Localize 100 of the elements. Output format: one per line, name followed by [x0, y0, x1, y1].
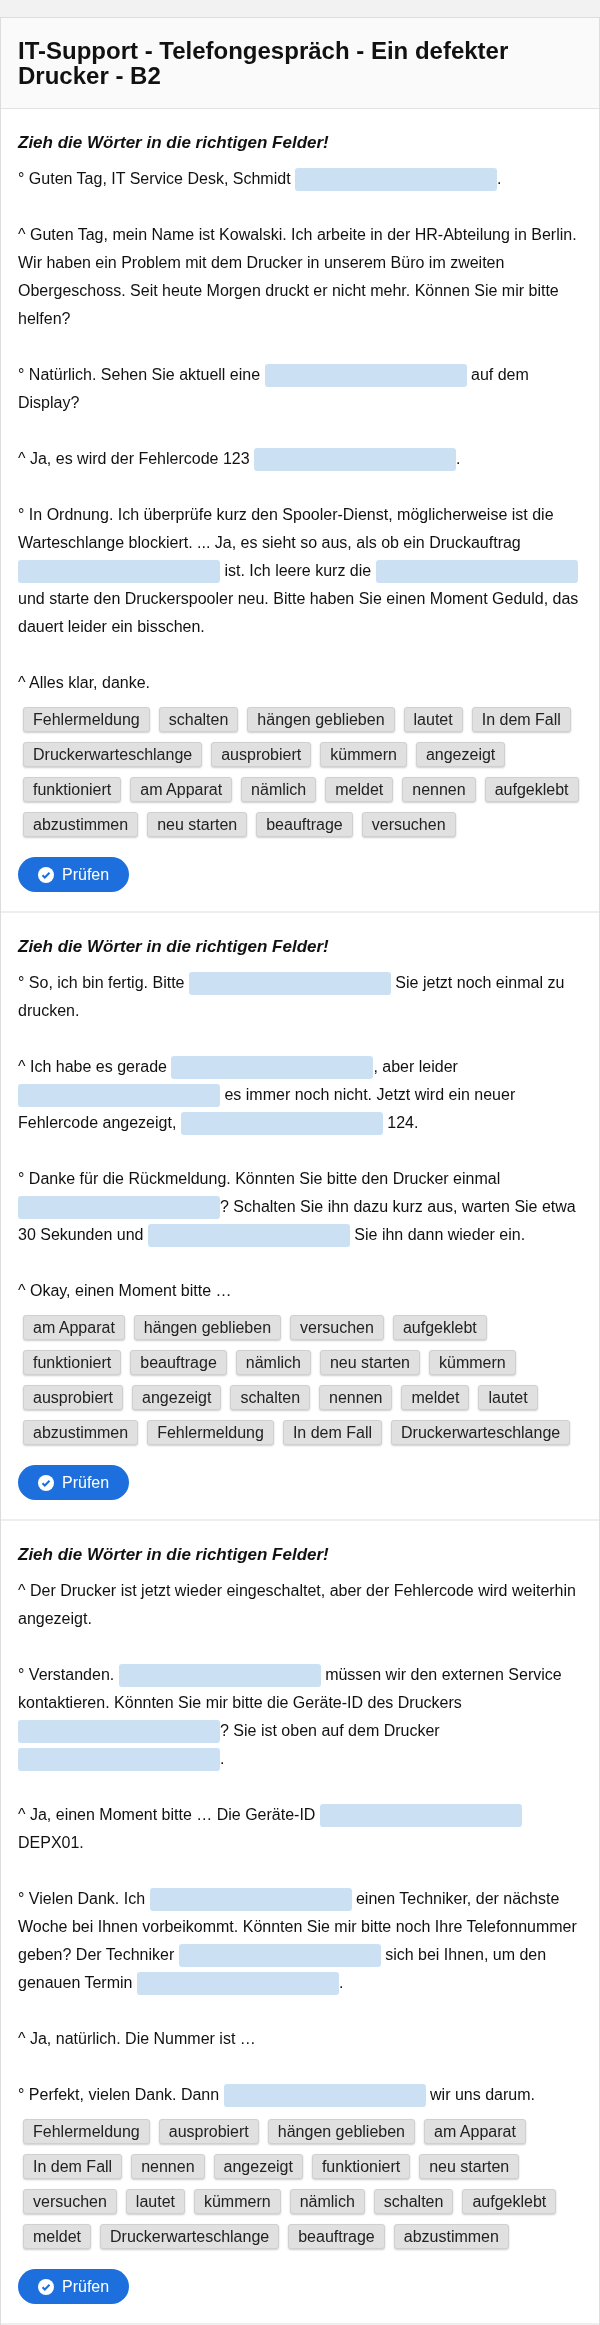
- word-chip[interactable]: kümmern: [320, 742, 407, 767]
- drop-field[interactable]: [178, 1944, 381, 1968]
- word-chip[interactable]: lautet: [125, 2189, 185, 2214]
- word-chip[interactable]: kümmern: [429, 1350, 516, 1375]
- drop-field[interactable]: [223, 2084, 426, 2108]
- check-circle-icon: [38, 1474, 54, 1491]
- word-chip[interactable]: versuchen: [23, 2189, 117, 2214]
- word-chip[interactable]: schalten: [373, 2189, 454, 2214]
- word-chip[interactable]: aufgeklebt: [484, 777, 579, 802]
- word-chip[interactable]: angezeigt: [415, 742, 506, 767]
- dialogue-text: angezeigt.: [18, 1610, 92, 1627]
- word-chip[interactable]: Fehlermeldung: [23, 707, 150, 732]
- dialogue-text: Display?: [18, 394, 80, 411]
- word-chip[interactable]: ausprobiert: [211, 742, 312, 767]
- word-chip[interactable]: angezeigt: [132, 1385, 222, 1410]
- word-chip[interactable]: nennen: [131, 2154, 205, 2179]
- word-chip[interactable]: funktioniert: [311, 2154, 411, 2179]
- word-chip[interactable]: kümmern: [193, 2189, 281, 2214]
- drop-field[interactable]: [254, 448, 457, 472]
- word-chip[interactable]: nennen: [402, 777, 476, 802]
- word-chip[interactable]: nennen: [319, 1385, 393, 1410]
- drop-field[interactable]: [18, 1720, 220, 1744]
- dialogue-text: ° Guten Tag, IT Service Desk, Schmidt: [18, 170, 292, 187]
- dialogue-text: .: [338, 1974, 344, 1991]
- word-chip[interactable]: In dem Fall: [23, 2154, 123, 2179]
- word-chip[interactable]: lautet: [403, 707, 463, 732]
- word-chip[interactable]: ausprobiert: [23, 1385, 124, 1410]
- word-chip[interactable]: nämlich: [235, 1350, 311, 1375]
- drop-field[interactable]: [136, 1972, 339, 1996]
- dialogue-text: sich bei Ihnen, um den: [384, 1946, 547, 1963]
- drop-field[interactable]: [375, 560, 578, 584]
- word-chip[interactable]: beauftrage: [256, 812, 353, 837]
- drop-field[interactable]: [149, 1888, 352, 1912]
- word-chip[interactable]: am Apparat: [23, 1315, 125, 1340]
- dialogue-text: Sie ihn dann wieder ein.: [353, 1226, 526, 1243]
- dialogue-text: ° Vielen Dank. Ich: [18, 1890, 147, 1907]
- drop-field[interactable]: [171, 1056, 374, 1080]
- word-chip[interactable]: nämlich: [289, 2189, 365, 2214]
- word-chip[interactable]: meldet: [401, 1385, 470, 1410]
- drop-field[interactable]: [18, 560, 220, 584]
- check-button[interactable]: Prüfen: [18, 1465, 130, 1500]
- word-chip[interactable]: abzustimmen: [23, 1420, 139, 1445]
- word-chip[interactable]: beauftrage: [288, 2224, 385, 2249]
- word-chip[interactable]: meldet: [325, 777, 394, 802]
- dialogue-text: und starte den Druckerspooler neu. Bitte haben Sie einen Moment Geduld, das: [18, 590, 579, 607]
- dialogue-text: ? Schalten Sie ihn dazu kurz aus, warten Sie etwa: [220, 1198, 576, 1215]
- word-chip[interactable]: schalten: [158, 707, 239, 732]
- dialogue-text: 30 Sekunden und: [18, 1226, 145, 1243]
- word-chip[interactable]: aufgeklebt: [392, 1315, 487, 1340]
- word-chip[interactable]: aufgeklebt: [462, 2189, 557, 2214]
- word-chip[interactable]: Druckerwarteschlange: [23, 742, 203, 767]
- dialogue-text: ° Natürlich. Sehen Sie aktuell eine: [18, 366, 262, 383]
- drop-field[interactable]: [18, 1084, 220, 1108]
- word-chip[interactable]: meldet: [23, 2224, 92, 2249]
- word-chip[interactable]: abzustimmen: [393, 2224, 509, 2249]
- drop-field[interactable]: [319, 1804, 522, 1828]
- word-chip[interactable]: nämlich: [241, 777, 317, 802]
- word-chip[interactable]: abzustimmen: [23, 812, 139, 837]
- word-chip[interactable]: In dem Fall: [282, 1420, 383, 1445]
- dialogue-text: DEPX01.: [18, 1834, 84, 1851]
- dialogue-text: .: [497, 170, 502, 187]
- word-chip[interactable]: schalten: [230, 1385, 311, 1410]
- word-chip[interactable]: versuchen: [361, 812, 456, 837]
- word-chip[interactable]: funktioniert: [23, 1350, 122, 1375]
- word-chip[interactable]: lautet: [478, 1385, 538, 1410]
- word-chip[interactable]: In dem Fall: [471, 707, 571, 732]
- word-chip[interactable]: Druckerwarteschlange: [391, 1420, 571, 1445]
- dialogue-text: ? Sie ist oben auf dem Drucker: [220, 1722, 440, 1739]
- word-chip[interactable]: angezeigt: [213, 2154, 303, 2179]
- word-chip[interactable]: Druckerwarteschlange: [100, 2224, 280, 2249]
- word-chip[interactable]: Fehlermeldung: [23, 2119, 150, 2144]
- word-chip[interactable]: am Apparat: [130, 777, 233, 802]
- drop-field[interactable]: [118, 1664, 321, 1688]
- check-button[interactable]: Prüfen: [18, 857, 130, 892]
- word-chip[interactable]: am Apparat: [424, 2119, 526, 2144]
- drop-field[interactable]: [18, 1748, 220, 1772]
- dialogue-text: ^ Ja, natürlich. Die Nummer ist …: [18, 2030, 256, 2047]
- drop-field[interactable]: [264, 364, 467, 388]
- word-chip[interactable]: neu starten: [419, 2154, 520, 2179]
- word-chip[interactable]: hängen geblieben: [133, 1315, 282, 1340]
- word-chip[interactable]: Fehlermeldung: [147, 1420, 274, 1445]
- word-chip[interactable]: versuchen: [290, 1315, 384, 1340]
- drop-field[interactable]: [18, 1196, 220, 1220]
- word-chip[interactable]: neu starten: [319, 1350, 420, 1375]
- instruction-heading: Zieh die Wörter in die richtigen Felder!: [18, 1545, 330, 1565]
- drop-field[interactable]: [295, 168, 498, 192]
- drop-field[interactable]: [180, 1112, 383, 1136]
- word-chip[interactable]: beauftrage: [130, 1350, 227, 1375]
- dialogue-text: ^ Ja, einen Moment bitte … Die Geräte-ID: [18, 1806, 317, 1823]
- check-button[interactable]: Prüfen: [18, 2269, 130, 2304]
- dialogue-text: kontaktieren. Könnten Sie mir bitte die Geräte-ID des Druckers: [18, 1694, 462, 1711]
- word-chip[interactable]: funktioniert: [23, 777, 122, 802]
- drop-field[interactable]: [147, 1224, 350, 1248]
- word-chip[interactable]: hängen geblieben: [247, 707, 395, 732]
- dialogue-text: ^ Alles klar, danke.: [18, 674, 151, 691]
- instruction-heading: Zieh die Wörter in die richtigen Felder!: [18, 937, 330, 957]
- word-chip[interactable]: hängen geblieben: [267, 2119, 415, 2144]
- word-chip[interactable]: ausprobiert: [158, 2119, 259, 2144]
- word-chip[interactable]: neu starten: [147, 812, 248, 837]
- drop-field[interactable]: [188, 972, 391, 996]
